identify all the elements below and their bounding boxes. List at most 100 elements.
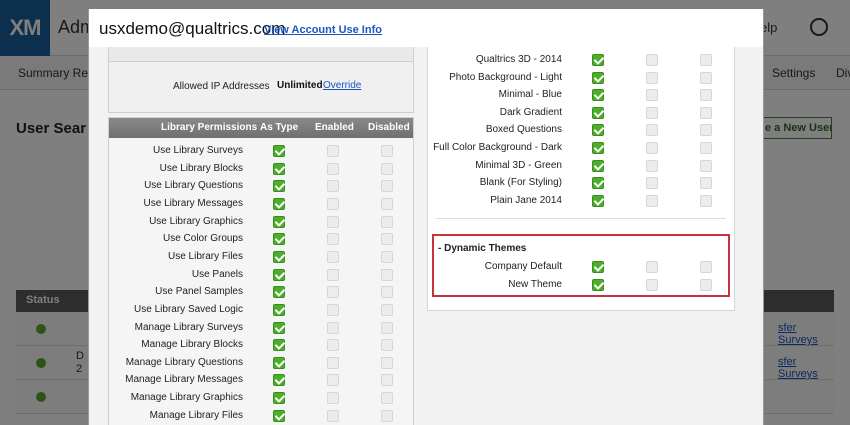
enabled-checkbox[interactable] — [646, 71, 658, 84]
disabled-checkbox[interactable] — [700, 194, 712, 207]
enabled-checkbox[interactable] — [327, 250, 339, 263]
as-type-checkbox[interactable] — [592, 194, 604, 207]
allowed-ip-label: Allowed IP Addresses — [173, 81, 270, 92]
disabled-checkbox[interactable] — [700, 54, 712, 66]
enabled-checkbox[interactable] — [646, 194, 658, 207]
as-type-checkbox[interactable] — [273, 145, 285, 157]
disabled-checkbox[interactable] — [700, 142, 712, 154]
as-type-checkbox[interactable] — [273, 180, 285, 193]
enabled-checkbox[interactable] — [327, 215, 339, 228]
as-type-checkbox[interactable] — [273, 286, 285, 299]
override-link[interactable]: Override — [323, 80, 361, 91]
table-row: Use Panels — [109, 267, 413, 285]
permission-label: Manage Library Graphics — [130, 392, 243, 404]
enabled-checkbox[interactable] — [327, 268, 339, 281]
disabled-checkbox[interactable] — [700, 89, 712, 102]
enabled-checkbox[interactable] — [327, 145, 339, 157]
disabled-checkbox[interactable] — [381, 215, 393, 228]
enabled-checkbox[interactable] — [646, 89, 658, 102]
enabled-checkbox[interactable] — [646, 124, 658, 137]
disabled-checkbox[interactable] — [381, 180, 393, 193]
enabled-checkbox[interactable] — [327, 392, 339, 405]
permission-label: Manage Library Questions — [125, 356, 243, 368]
disabled-checkbox[interactable] — [381, 250, 393, 263]
enabled-checkbox[interactable] — [327, 162, 339, 175]
disabled-checkbox[interactable] — [700, 106, 712, 119]
modal-body: Allowed IP Addresses Unlimited Override … — [89, 47, 763, 425]
disabled-checkbox[interactable] — [381, 162, 393, 175]
enabled-checkbox[interactable] — [327, 180, 339, 193]
disabled-checkbox[interactable] — [700, 261, 712, 273]
disabled-checkbox[interactable] — [700, 124, 712, 137]
list-item: New Theme — [428, 277, 734, 295]
enabled-checkbox[interactable] — [327, 233, 339, 246]
disabled-checkbox[interactable] — [381, 356, 393, 369]
as-type-checkbox[interactable] — [273, 409, 285, 422]
disabled-checkbox[interactable] — [381, 145, 393, 157]
permission-label: Manage Library Messages — [125, 374, 243, 386]
as-type-checkbox[interactable] — [273, 162, 285, 175]
as-type-checkbox[interactable] — [592, 261, 604, 273]
disabled-checkbox[interactable] — [700, 177, 712, 190]
enabled-checkbox[interactable] — [327, 374, 339, 387]
as-type-checkbox[interactable] — [592, 71, 604, 84]
enabled-checkbox[interactable] — [327, 321, 339, 334]
disabled-checkbox[interactable] — [381, 268, 393, 281]
disabled-checkbox[interactable] — [700, 159, 712, 172]
list-item: Minimal 3D - Green — [428, 158, 734, 176]
enabled-checkbox[interactable] — [327, 356, 339, 369]
enabled-checkbox[interactable] — [327, 197, 339, 210]
as-type-checkbox[interactable] — [273, 339, 285, 352]
enabled-checkbox[interactable] — [646, 261, 658, 273]
as-type-checkbox[interactable] — [592, 142, 604, 154]
as-type-checkbox[interactable] — [273, 233, 285, 246]
enabled-checkbox[interactable] — [646, 278, 658, 291]
enabled-checkbox[interactable] — [646, 106, 658, 119]
disabled-checkbox[interactable] — [381, 339, 393, 352]
disabled-checkbox[interactable] — [381, 321, 393, 334]
enabled-checkbox[interactable] — [327, 339, 339, 352]
as-type-checkbox[interactable] — [592, 124, 604, 137]
as-type-checkbox[interactable] — [273, 303, 285, 316]
as-type-checkbox[interactable] — [592, 106, 604, 119]
as-type-checkbox[interactable] — [592, 54, 604, 66]
disabled-checkbox[interactable] — [381, 374, 393, 387]
disabled-checkbox[interactable] — [381, 197, 393, 210]
as-type-checkbox[interactable] — [592, 177, 604, 190]
enabled-checkbox[interactable] — [646, 142, 658, 154]
enabled-checkbox[interactable] — [646, 54, 658, 66]
as-type-checkbox[interactable] — [592, 89, 604, 102]
disabled-checkbox[interactable] — [381, 392, 393, 405]
view-account-use-info-link[interactable]: View Account Use Info — [264, 24, 382, 36]
enabled-checkbox[interactable] — [646, 177, 658, 190]
divider — [436, 218, 726, 219]
as-type-checkbox[interactable] — [273, 356, 285, 369]
as-type-checkbox[interactable] — [273, 250, 285, 263]
disabled-checkbox[interactable] — [381, 409, 393, 422]
disabled-checkbox[interactable] — [700, 278, 712, 291]
list-item: Boxed Questions — [428, 122, 734, 140]
as-type-checkbox[interactable] — [273, 197, 285, 210]
enabled-checkbox[interactable] — [327, 409, 339, 422]
as-type-checkbox[interactable] — [273, 321, 285, 334]
as-type-checkbox[interactable] — [273, 268, 285, 281]
permission-label: Use Library Surveys — [152, 145, 243, 156]
library-permissions-table: Library Permissions As Type Enabled Disa… — [108, 117, 414, 425]
disabled-checkbox[interactable] — [381, 233, 393, 246]
as-type-checkbox[interactable] — [592, 278, 604, 291]
theme-label: Photo Background - Light — [449, 71, 562, 83]
theme-label: Minimal - Blue — [498, 89, 562, 101]
table-row: Manage Library Messages — [109, 372, 413, 390]
as-type-checkbox[interactable] — [273, 215, 285, 228]
left-panel: Allowed IP Addresses Unlimited Override … — [108, 47, 414, 425]
disabled-checkbox[interactable] — [700, 71, 712, 84]
as-type-checkbox[interactable] — [273, 374, 285, 387]
table-row: Use Library Questions — [109, 178, 413, 196]
enabled-checkbox[interactable] — [327, 303, 339, 316]
as-type-checkbox[interactable] — [592, 159, 604, 172]
disabled-checkbox[interactable] — [381, 303, 393, 316]
enabled-checkbox[interactable] — [327, 286, 339, 299]
as-type-checkbox[interactable] — [273, 392, 285, 405]
enabled-checkbox[interactable] — [646, 159, 658, 172]
disabled-checkbox[interactable] — [381, 286, 393, 299]
